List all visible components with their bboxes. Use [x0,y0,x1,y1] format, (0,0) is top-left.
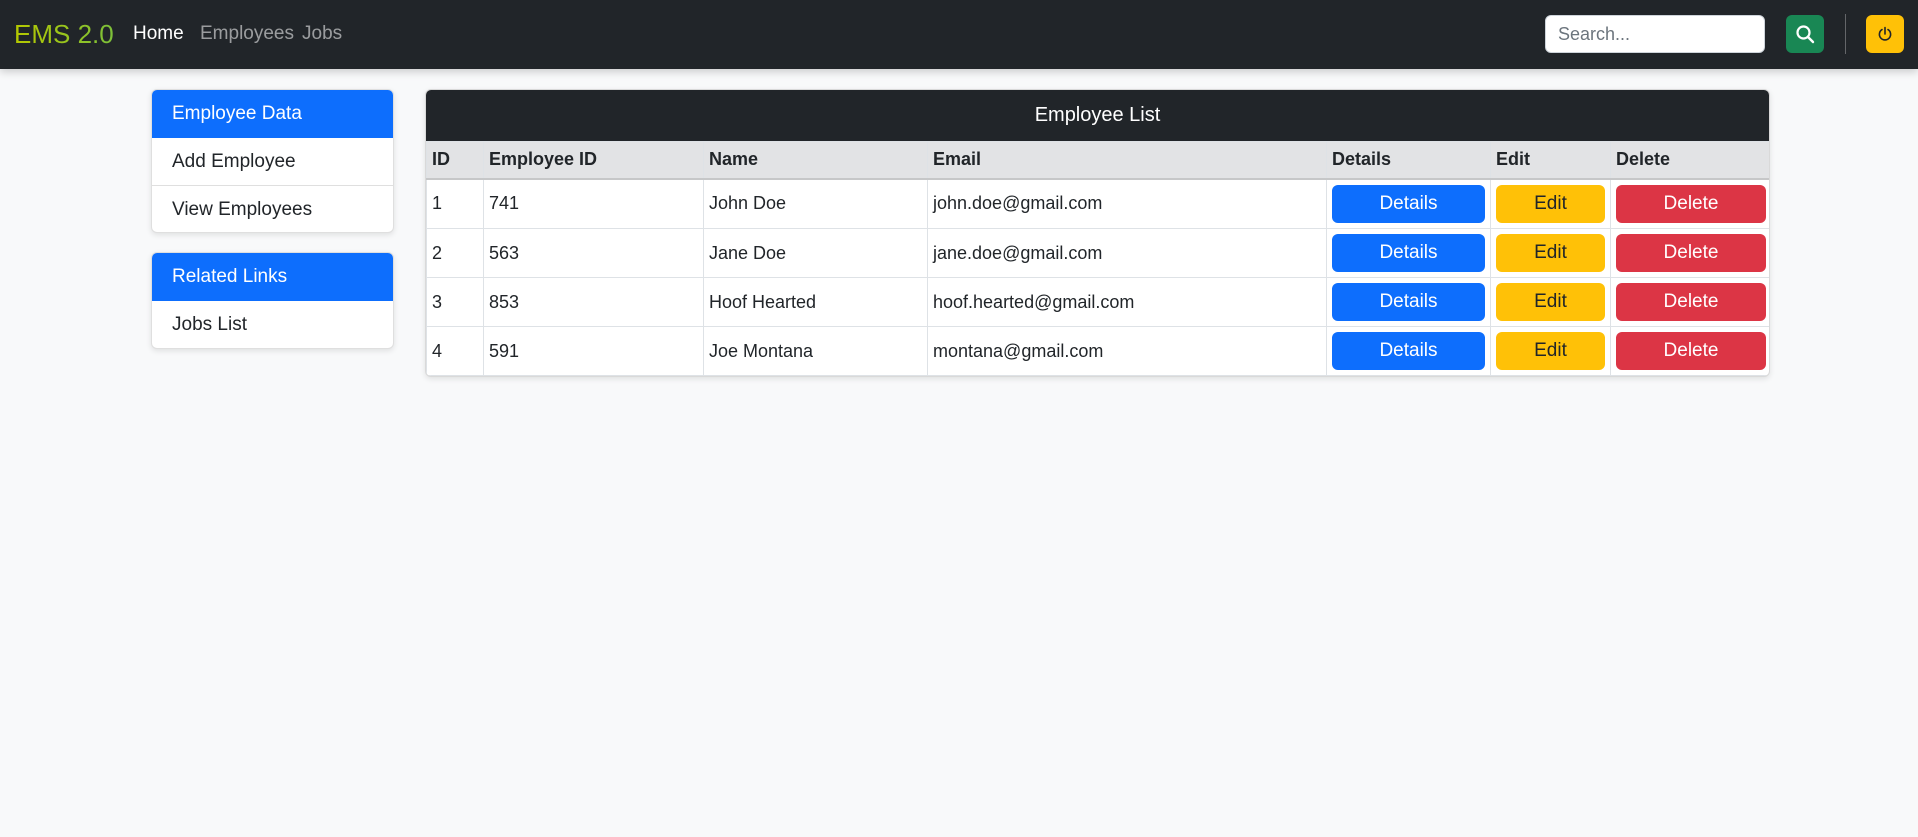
employee-data-header: Employee Data [152,90,393,138]
cell-name: Joe Montana [703,326,928,376]
delete-button[interactable]: Delete [1616,184,1766,223]
cell-id: 3 [426,277,484,327]
edit-button[interactable]: Edit [1496,332,1605,370]
logout-button[interactable] [1866,15,1904,53]
cell-email: hoof.hearted@gmail.com [927,277,1327,327]
cell-edit: Edit [1490,178,1611,229]
employee-data-card: Employee Data Add Employee View Employee… [151,89,394,233]
employee-table: ID Employee ID Name Email Details Edit D… [426,141,1769,376]
table-header-row: ID Employee ID Name Email Details Edit D… [426,141,1769,180]
sidebar-item-add-employee[interactable]: Add Employee [152,138,393,185]
sidebar-item-view-employees[interactable]: View Employees [152,185,393,232]
cell-delete: Delete [1610,228,1769,278]
table-row: 2 563 Jane Doe jane.doe@gmail.com Detail… [426,228,1769,278]
table-row: 3 853 Hoof Hearted hoof.hearted@gmail.co… [426,277,1769,327]
column-header-details: Details [1326,141,1491,180]
related-links-header: Related Links [152,253,393,301]
column-header-delete: Delete [1610,141,1769,180]
cell-delete: Delete [1610,178,1769,229]
cell-email: jane.doe@gmail.com [927,228,1327,278]
column-header-employee-id: Employee ID [483,141,704,180]
delete-button[interactable]: Delete [1616,234,1766,272]
cell-employee-id: 591 [483,326,704,376]
nav-link-jobs[interactable]: Jobs [302,22,342,46]
brand-logo[interactable]: EMS 2.0 [14,18,114,50]
nav-link-home[interactable]: Home [133,22,184,46]
edit-button[interactable]: Edit [1496,234,1605,272]
top-navbar: EMS 2.0 Home Employees Jobs [0,0,1918,69]
cell-id: 4 [426,326,484,376]
details-button[interactable]: Details [1332,234,1485,272]
cell-edit: Edit [1490,326,1611,376]
cell-employee-id: 741 [483,178,704,229]
related-links-card: Related Links Jobs List [151,252,394,349]
column-header-id: ID [426,141,484,180]
employee-list-card: Employee List ID Employee ID Name Email … [425,89,1770,377]
cell-employee-id: 563 [483,228,704,278]
cell-name: Jane Doe [703,228,928,278]
cell-id: 1 [426,178,484,229]
search-input[interactable] [1545,15,1765,53]
table-row: 1 741 John Doe john.doe@gmail.com Detail… [426,178,1769,229]
details-button[interactable]: Details [1332,283,1485,321]
column-header-name: Name [703,141,928,180]
cell-edit: Edit [1490,228,1611,278]
column-header-edit: Edit [1490,141,1611,180]
edit-button[interactable]: Edit [1496,283,1605,321]
search-icon [1796,25,1815,44]
sidebar-item-jobs-list[interactable]: Jobs List [152,301,393,348]
cell-name: John Doe [703,178,928,229]
details-button[interactable]: Details [1332,184,1485,223]
search-button[interactable] [1786,15,1824,53]
power-icon [1878,26,1892,41]
details-button[interactable]: Details [1332,332,1485,370]
cell-id: 2 [426,228,484,278]
cell-delete: Delete [1610,277,1769,327]
cell-edit: Edit [1490,277,1611,327]
cell-details: Details [1326,277,1491,327]
cell-name: Hoof Hearted [703,277,928,327]
nav-link-employees[interactable]: Employees [200,22,294,46]
cell-details: Details [1326,326,1491,376]
cell-delete: Delete [1610,326,1769,376]
edit-button[interactable]: Edit [1496,184,1605,223]
cell-email: montana@gmail.com [927,326,1327,376]
cell-employee-id: 853 [483,277,704,327]
employee-list-title: Employee List [426,90,1769,141]
cell-details: Details [1326,228,1491,278]
navbar-divider [1845,14,1846,54]
delete-button[interactable]: Delete [1616,332,1766,370]
table-row: 4 591 Joe Montana montana@gmail.com Deta… [426,326,1769,376]
cell-email: john.doe@gmail.com [927,178,1327,229]
cell-details: Details [1326,178,1491,229]
delete-button[interactable]: Delete [1616,283,1766,321]
column-header-email: Email [927,141,1327,180]
